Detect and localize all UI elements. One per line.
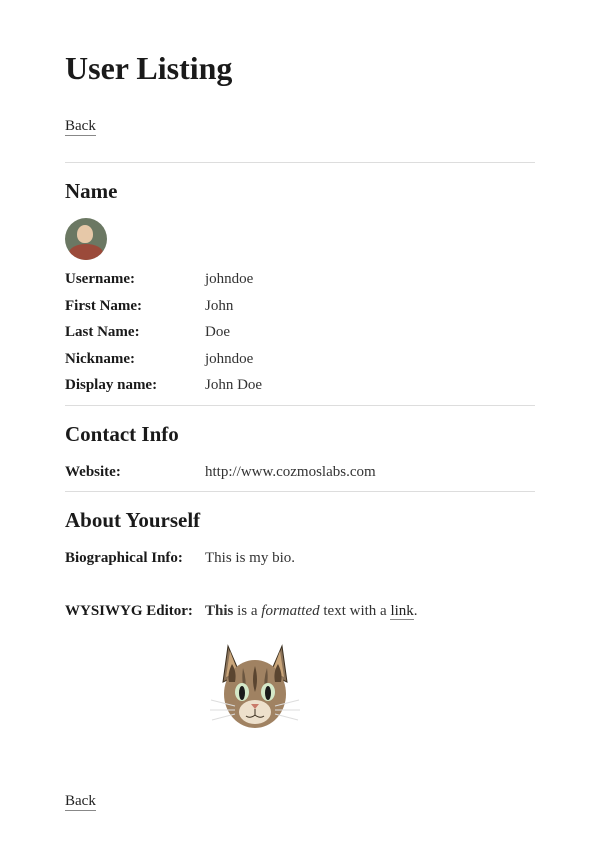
field-row-username: Username: johndoe — [65, 268, 535, 291]
section-contact: Contact Info Website: http://www.cozmosl… — [65, 422, 535, 484]
back-link-top[interactable]: Back — [65, 118, 96, 136]
field-value: johndoe — [205, 268, 253, 291]
field-label: Biographical Info: — [65, 547, 205, 570]
field-value: johndoe — [205, 348, 253, 371]
field-value: John Doe — [205, 374, 262, 397]
field-row-bio: Biographical Info: This is my bio. — [65, 547, 535, 570]
avatar — [65, 218, 107, 260]
field-row-wysiwyg: WYSIWYG Editor: This is a formatted text… — [65, 600, 535, 735]
page-title: User Listing — [65, 50, 535, 87]
section-heading-name: Name — [65, 179, 535, 204]
divider — [65, 405, 535, 406]
field-label: First Name: — [65, 295, 205, 318]
section-about: About Yourself Biographical Info: This i… — [65, 508, 535, 734]
cat-image — [205, 634, 305, 734]
wysiwyg-bold: This — [205, 603, 233, 619]
section-name: Name Username: johndoe First Name: John … — [65, 179, 535, 397]
field-value: John — [205, 295, 233, 318]
field-row-displayname: Display name: John Doe — [65, 374, 535, 397]
field-value: http://www.cozmoslabs.com — [205, 461, 376, 484]
field-value: Doe — [205, 321, 230, 344]
field-value: This is my bio. — [205, 547, 295, 570]
wysiwyg-link[interactable]: link — [390, 603, 413, 620]
field-row-lastname: Last Name: Doe — [65, 321, 535, 344]
divider — [65, 162, 535, 163]
field-label: Nickname: — [65, 348, 205, 371]
wysiwyg-text: . — [414, 603, 418, 619]
wysiwyg-italic: formatted — [261, 603, 319, 619]
wysiwyg-text: is a — [233, 603, 261, 619]
field-value-wysiwyg: This is a formatted text with a link. — [205, 600, 418, 735]
field-label: Last Name: — [65, 321, 205, 344]
section-heading-about: About Yourself — [65, 508, 535, 533]
section-heading-contact: Contact Info — [65, 422, 535, 447]
divider — [65, 491, 535, 492]
field-row-firstname: First Name: John — [65, 295, 535, 318]
field-row-website: Website: http://www.cozmoslabs.com — [65, 461, 535, 484]
field-label: Website: — [65, 461, 205, 484]
field-label: WYSIWYG Editor: — [65, 600, 205, 735]
wysiwyg-text: text with a — [320, 603, 391, 619]
field-row-nickname: Nickname: johndoe — [65, 348, 535, 371]
back-link-bottom[interactable]: Back — [65, 793, 96, 811]
field-label: Display name: — [65, 374, 205, 397]
field-label: Username: — [65, 268, 205, 291]
